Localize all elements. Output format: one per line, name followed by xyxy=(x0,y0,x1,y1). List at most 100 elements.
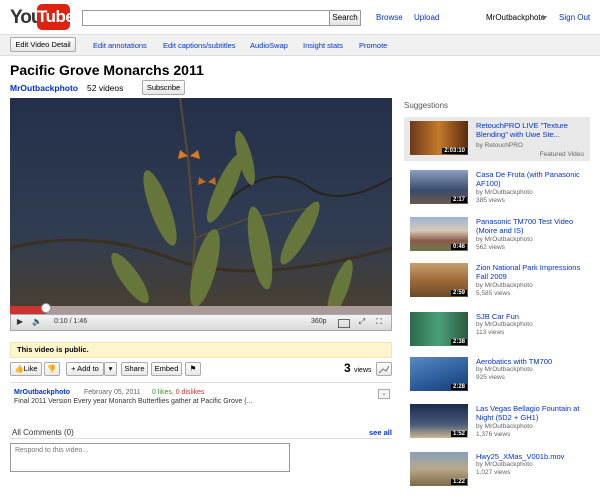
divider xyxy=(10,382,392,383)
likes-summary: 0 likes, 0 dislikes xyxy=(152,389,205,396)
suggestion-item[interactable]: 2:17 Casa De Fruta (with Panasonic AF100… xyxy=(404,166,590,210)
edit-captions-link[interactable]: Edit captions/subtitles xyxy=(163,41,236,50)
video-frame-image xyxy=(10,98,392,316)
upload-date: February 05, 2011 xyxy=(84,389,141,396)
suggestion-item[interactable]: 1:22 Hwy25_XMas_V001b.mov by MrOutbackph… xyxy=(404,448,590,492)
privacy-notice: This video is public. xyxy=(10,342,392,358)
like-label: Like xyxy=(23,364,38,373)
suggestion-views: 1,027 views xyxy=(476,469,511,476)
suggestion-views: 385 views xyxy=(476,197,505,204)
logo-tube-text: Tube xyxy=(37,4,75,30)
add-to-dropdown[interactable]: ▾ xyxy=(104,362,117,376)
suggestion-views: 925 views xyxy=(476,374,505,381)
suggestion-author: by MrOutbackphoto xyxy=(476,366,533,373)
progress-scrubber-handle[interactable] xyxy=(40,303,51,313)
add-to-button[interactable]: + Add to xyxy=(66,362,104,376)
video-thumbnail[interactable]: 2:17 xyxy=(410,170,468,204)
suggestion-author: by MrOutbackphoto xyxy=(476,423,533,430)
suggestion-views: 5,585 views xyxy=(476,290,511,297)
suggestion-author: by MrOutbackphoto xyxy=(476,236,533,243)
player-controls: ▶ 🔈 0:10 / 1:46 360p ⤢ ⛶ xyxy=(10,314,392,331)
duration-badge: 2:03:10 xyxy=(442,148,467,154)
subscribe-button[interactable]: Subscribe xyxy=(142,80,185,95)
see-all-comments-link[interactable]: see all xyxy=(369,428,392,437)
expand-description-button[interactable]: ⌄ xyxy=(378,389,390,399)
flag-button[interactable]: ⚑ xyxy=(185,362,201,376)
nav-browse-link[interactable]: Browse xyxy=(376,13,403,22)
search-button[interactable]: Search xyxy=(329,10,361,26)
video-thumbnail[interactable]: 0:46 xyxy=(410,217,468,251)
suggestion-item[interactable]: 2:03:10 RetouchPRO LIVE "Texture Blendin… xyxy=(404,117,590,161)
video-thumbnail[interactable]: 2:38 xyxy=(410,312,468,346)
thumbs-up-icon: 👍 xyxy=(14,364,24,373)
edit-video-detail-button[interactable]: Edit Video Detail xyxy=(10,37,76,52)
popout-icon[interactable] xyxy=(338,319,350,328)
suggestion-item[interactable]: 2:59 Zion National Park Impressions Fall… xyxy=(404,259,590,303)
comment-input[interactable] xyxy=(10,443,290,472)
suggestion-title[interactable]: Panasonic TM700 Test Video (Moire and IS… xyxy=(476,217,586,235)
insight-stats-link[interactable]: Insight stats xyxy=(303,41,343,50)
video-thumbnail[interactable]: 2:59 xyxy=(410,263,468,297)
comments-heading: All Comments (0) xyxy=(12,428,74,437)
suggestion-item[interactable]: 2:38 SJB Car Fun by MrOutbackphoto 113 v… xyxy=(404,308,590,352)
description-author-link[interactable]: MrOutbackphoto xyxy=(14,389,70,396)
chevron-down-icon: ▾ xyxy=(108,364,113,373)
thumbs-down-icon: 👎 xyxy=(47,364,57,373)
likes-count: 0 likes, xyxy=(152,389,174,396)
suggestion-title[interactable]: RetouchPRO LIVE "Texture Blending" with … xyxy=(476,121,586,139)
suggestion-author: by MrOutbackphoto xyxy=(476,189,533,196)
suggestion-author: by MrOutbackphoto xyxy=(476,282,533,289)
video-progress-bar[interactable] xyxy=(10,306,392,314)
volume-icon[interactable]: 🔈 xyxy=(31,317,43,329)
like-button[interactable]: 👍Like xyxy=(10,362,42,376)
share-button[interactable]: Share xyxy=(121,362,148,376)
edit-annotations-link[interactable]: Edit annotations xyxy=(93,41,147,50)
expand-icon[interactable]: ⤢ xyxy=(356,317,368,329)
embed-button[interactable]: Embed xyxy=(151,362,182,376)
duration-badge: 2:38 xyxy=(450,339,467,345)
suggestion-item[interactable]: 1:52 Las Vegas Bellagio Fountain at Nigh… xyxy=(404,400,590,444)
view-count-label: views xyxy=(354,367,372,374)
suggestion-views: 113 views xyxy=(476,329,505,336)
suggestion-title[interactable]: Casa De Fruta (with Panasonic AF100) xyxy=(476,170,586,188)
video-thumbnail[interactable]: 2:28 xyxy=(410,357,468,391)
chart-icon xyxy=(378,365,390,374)
youtube-logo[interactable]: You Tube xyxy=(10,4,75,30)
audioswap-link[interactable]: AudioSwap xyxy=(250,41,288,50)
sign-out-link[interactable]: Sign Out xyxy=(559,13,590,22)
promote-link[interactable]: Promote xyxy=(359,41,387,50)
duration-badge: 1:22 xyxy=(450,479,467,485)
duration-badge: 0:46 xyxy=(450,244,467,250)
suggestion-title[interactable]: Hwy25_XMas_V001b.mov xyxy=(476,452,586,461)
suggestion-item[interactable]: 0:46 Panasonic TM700 Test Video (Moire a… xyxy=(404,213,590,257)
featured-label: Featured Video xyxy=(539,151,584,158)
search-input[interactable] xyxy=(82,10,330,26)
suggestion-title[interactable]: SJB Car Fun xyxy=(476,312,586,321)
video-thumbnail[interactable]: 2:03:10 xyxy=(410,121,468,155)
video-thumbnail[interactable]: 1:52 xyxy=(410,404,468,438)
video-thumbnail[interactable]: 1:22 xyxy=(410,452,468,486)
flag-icon: ⚑ xyxy=(189,364,197,373)
stats-chart-button[interactable] xyxy=(376,362,392,376)
fullscreen-icon[interactable]: ⛶ xyxy=(373,317,385,329)
suggestion-item[interactable]: 2:28 Aerobatics with TM700 by MrOutbackp… xyxy=(404,353,590,397)
duration-badge: 1:52 xyxy=(450,431,467,437)
suggestion-title[interactable]: Aerobatics with TM700 xyxy=(476,357,586,366)
owner-edit-bar xyxy=(0,34,600,56)
duration-badge: 2:17 xyxy=(450,197,467,203)
suggestion-author: by MrOutbackphoto xyxy=(476,461,533,468)
suggestion-title[interactable]: Las Vegas Bellagio Fountain at Night (5D… xyxy=(476,404,586,422)
video-count: 52 videos xyxy=(87,83,124,93)
username-menu[interactable]: MrOutbackphoto xyxy=(486,13,545,22)
duration-badge: 2:28 xyxy=(450,384,467,390)
divider xyxy=(10,438,392,439)
channel-link[interactable]: MrOutbackphoto xyxy=(10,83,78,93)
suggestion-title[interactable]: Zion National Park Impressions Fall 2009 xyxy=(476,263,586,281)
quality-selector[interactable]: 360p xyxy=(311,318,327,325)
duration-badge: 2:59 xyxy=(450,290,467,296)
chevron-down-icon[interactable] xyxy=(541,16,547,20)
play-icon[interactable]: ▶ xyxy=(15,317,25,329)
dislike-button[interactable]: 👎 xyxy=(44,362,60,376)
video-player[interactable] xyxy=(10,98,392,316)
nav-upload-link[interactable]: Upload xyxy=(414,13,439,22)
